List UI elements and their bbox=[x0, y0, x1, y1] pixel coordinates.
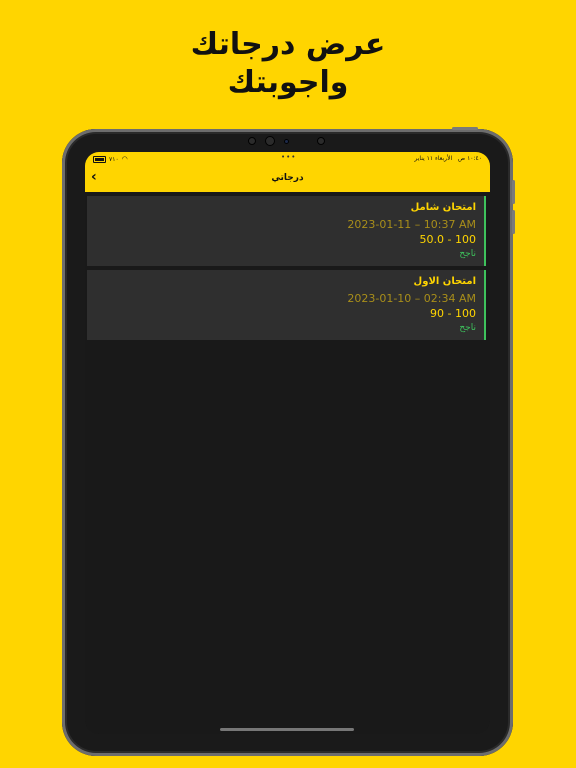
exam-datetime: 2023-01-11 – 10:37 AM bbox=[347, 218, 476, 231]
promo-line-2: واجوبتك bbox=[227, 65, 349, 100]
sensor-icon bbox=[284, 139, 289, 144]
status-time: ١٠:٤٠ ص bbox=[457, 155, 482, 162]
app-bar: ٧١٠ ◠ ••• ١٠:٤٠ ص الأربعاء ١١ يناير ‹ در… bbox=[85, 152, 490, 192]
front-camera-icon bbox=[248, 137, 256, 145]
exam-title: امتحان الاول bbox=[413, 276, 476, 287]
home-indicator[interactable] bbox=[220, 728, 354, 731]
volume-down-button bbox=[512, 210, 515, 234]
page-title: درجاتي bbox=[271, 173, 304, 183]
result-card[interactable]: امتحان شامل 2023-01-11 – 10:37 AM 50.0 -… bbox=[87, 196, 486, 266]
status-bar-right: ١٠:٤٠ ص الأربعاء ١١ يناير bbox=[414, 155, 482, 162]
battery-level: ٧١٠ bbox=[109, 155, 119, 163]
promo-headline: عرض درجاتك واجوبتك bbox=[0, 26, 576, 102]
status-date: الأربعاء ١١ يناير bbox=[414, 155, 453, 162]
flash-icon bbox=[317, 137, 325, 145]
multitask-dots-icon[interactable]: ••• bbox=[281, 153, 296, 161]
battery-icon bbox=[93, 155, 106, 163]
camera-lens-icon bbox=[265, 136, 275, 146]
promo-line-1: عرض درجاتك bbox=[190, 27, 386, 62]
top-button bbox=[452, 127, 478, 130]
exam-score: 50.0 - 100 bbox=[419, 233, 476, 246]
exam-status: ناجح bbox=[459, 249, 476, 259]
exam-status: ناجح bbox=[459, 323, 476, 333]
volume-up-button bbox=[512, 180, 515, 204]
exam-title: امتحان شامل bbox=[410, 202, 476, 213]
status-bar-left: ٧١٠ ◠ bbox=[93, 155, 128, 163]
wifi-icon: ◠ bbox=[121, 155, 128, 163]
exam-score: 90 - 100 bbox=[430, 307, 476, 320]
app-screen: ٧١٠ ◠ ••• ١٠:٤٠ ص الأربعاء ١١ يناير ‹ در… bbox=[85, 152, 490, 734]
exam-datetime: 2023-01-10 – 02:34 AM bbox=[347, 292, 476, 305]
result-card[interactable]: امتحان الاول 2023-01-10 – 02:34 AM 90 - … bbox=[87, 270, 486, 340]
